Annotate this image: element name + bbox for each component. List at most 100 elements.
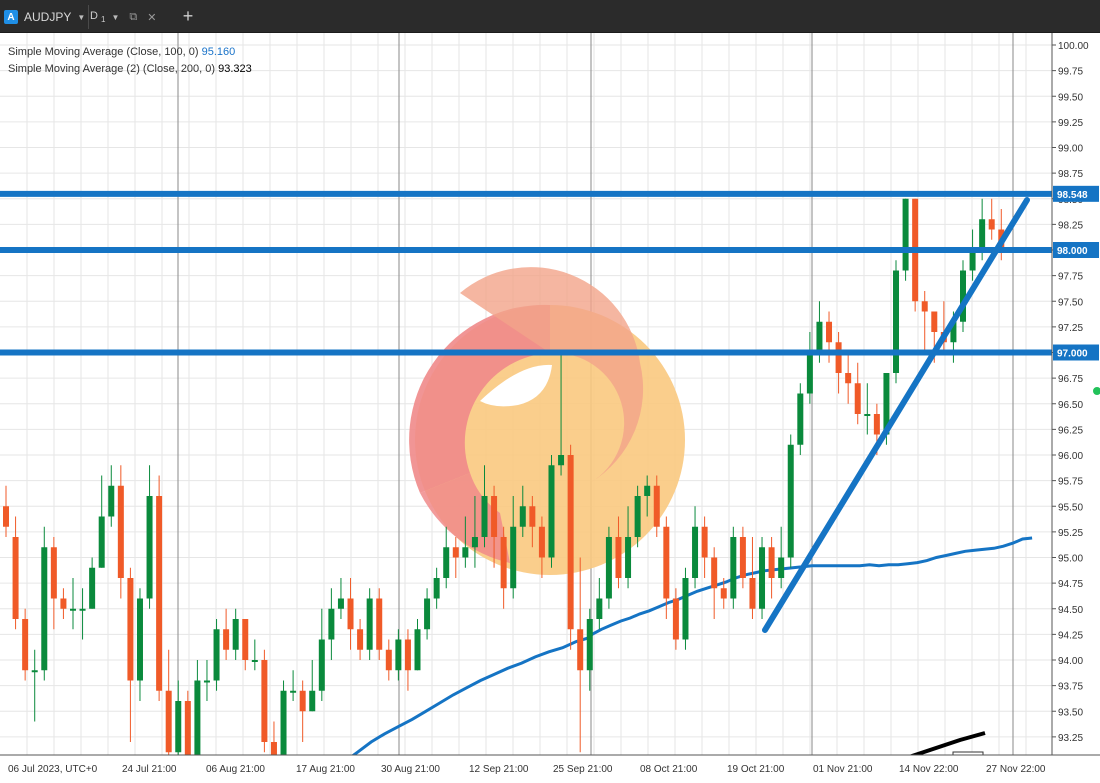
candle-body[interactable] <box>873 414 880 435</box>
candle-body[interactable] <box>357 629 364 650</box>
candle-body[interactable] <box>443 547 450 578</box>
candle-body[interactable] <box>146 496 153 599</box>
tab-symbol[interactable]: A AUDJPY ▼ <box>4 5 89 29</box>
sma100-legend[interactable]: Simple Moving Average (Close, 100, 0) 95… <box>8 44 252 61</box>
candle-body[interactable] <box>481 496 488 537</box>
candle-body[interactable] <box>663 526 670 599</box>
candle-body[interactable] <box>79 608 86 611</box>
candle-body[interactable] <box>701 526 708 558</box>
candle-body[interactable] <box>89 567 96 609</box>
candle-body[interactable] <box>175 701 182 753</box>
candle-body[interactable] <box>500 537 507 589</box>
candle-body[interactable] <box>577 629 584 671</box>
candle-body[interactable] <box>136 598 143 681</box>
candle-body[interactable] <box>156 496 163 691</box>
candle-body[interactable] <box>242 619 249 660</box>
candle-body[interactable] <box>979 219 986 250</box>
candle-body[interactable] <box>376 598 383 650</box>
candle-body[interactable] <box>462 547 469 558</box>
candle-body[interactable] <box>213 629 220 681</box>
candle-body[interactable] <box>433 578 440 599</box>
candle-body[interactable] <box>366 598 373 650</box>
candle-body[interactable] <box>184 701 191 763</box>
candle-body[interactable] <box>854 383 861 414</box>
candle-body[interactable] <box>165 690 172 753</box>
candle-body[interactable] <box>3 506 9 527</box>
candle-body[interactable] <box>596 598 603 620</box>
candle-body[interactable] <box>988 219 995 230</box>
candle-body[interactable] <box>385 649 392 671</box>
candle-body[interactable] <box>519 506 526 527</box>
candle-body[interactable] <box>404 639 411 671</box>
candle-body[interactable] <box>117 485 124 578</box>
candle-body[interactable] <box>60 598 67 609</box>
candle-body[interactable] <box>395 639 402 671</box>
chart-area[interactable]: 100.0099.7599.5099.2599.0098.7598.5098.2… <box>0 33 1100 783</box>
candle-body[interactable] <box>921 301 928 312</box>
candle-body[interactable] <box>634 496 641 537</box>
candle-body[interactable] <box>309 690 316 712</box>
candle-body[interactable] <box>797 393 804 445</box>
candle-body[interactable] <box>529 506 536 527</box>
candle-body[interactable] <box>759 547 766 609</box>
candle-body[interactable] <box>98 516 105 568</box>
add-tab-button[interactable]: + <box>178 3 198 29</box>
candle-body[interactable] <box>816 321 823 353</box>
chevron-down-icon[interactable]: ▼ <box>111 13 119 22</box>
candle-body[interactable] <box>845 373 852 384</box>
sma200-legend[interactable]: Simple Moving Average (2) (Close, 200, 0… <box>8 61 252 78</box>
candle-body[interactable] <box>931 311 938 333</box>
candle-body[interactable] <box>290 690 297 693</box>
candle-body[interactable] <box>510 526 517 589</box>
candle-body[interactable] <box>893 270 900 374</box>
candle-body[interactable] <box>787 444 794 558</box>
price-axis[interactable] <box>1052 33 1100 755</box>
popout-icon[interactable]: ⧉ <box>129 11 137 24</box>
candle-body[interactable] <box>203 680 210 683</box>
candle-body[interactable] <box>12 537 19 619</box>
candle-body[interactable] <box>337 598 344 609</box>
candle-body[interactable] <box>127 578 134 681</box>
candle-body[interactable] <box>471 537 478 548</box>
candle-body[interactable] <box>605 537 612 599</box>
candle-body[interactable] <box>586 619 593 671</box>
candle-body[interactable] <box>653 485 660 527</box>
candle-body[interactable] <box>567 455 574 630</box>
candle-body[interactable] <box>778 557 785 579</box>
close-icon[interactable]: ✕ <box>147 11 156 24</box>
candle-body[interactable] <box>558 455 565 466</box>
candle-body[interactable] <box>223 629 230 650</box>
candle-body[interactable] <box>41 547 48 671</box>
candle-body[interactable] <box>826 321 833 343</box>
chevron-down-icon[interactable]: ▼ <box>77 13 85 22</box>
candle-body[interactable] <box>299 690 306 712</box>
candle-body[interactable] <box>969 250 976 271</box>
candle-body[interactable] <box>672 598 679 640</box>
candle-body[interactable] <box>682 578 689 640</box>
candle-body[interactable] <box>548 465 555 558</box>
candle-body[interactable] <box>711 557 718 589</box>
candle-body[interactable] <box>232 619 239 650</box>
candle-body[interactable] <box>749 578 756 609</box>
candle-body[interactable] <box>424 598 431 630</box>
candle-body[interactable] <box>318 639 325 691</box>
candle-body[interactable] <box>69 608 76 611</box>
candle-body[interactable] <box>50 547 57 599</box>
candle-body[interactable] <box>452 547 459 558</box>
candle-body[interactable] <box>491 496 498 537</box>
candle-body[interactable] <box>835 342 842 373</box>
candlestick-chart[interactable]: 100.0099.7599.5099.2599.0098.7598.5098.2… <box>0 33 1100 783</box>
candle-body[interactable] <box>644 485 651 496</box>
candle-body[interactable] <box>864 414 871 416</box>
candle-body[interactable] <box>22 619 29 671</box>
candle-body[interactable] <box>347 598 354 630</box>
candle-body[interactable] <box>414 629 421 671</box>
candle-body[interactable] <box>538 526 545 558</box>
candle-body[interactable] <box>261 660 268 742</box>
candle-body[interactable] <box>902 198 909 271</box>
candle-body[interactable] <box>31 670 38 673</box>
candle-body[interactable] <box>251 660 258 662</box>
candle-body[interactable] <box>720 588 727 599</box>
candle-body[interactable] <box>615 537 622 578</box>
candle-body[interactable] <box>625 537 632 578</box>
